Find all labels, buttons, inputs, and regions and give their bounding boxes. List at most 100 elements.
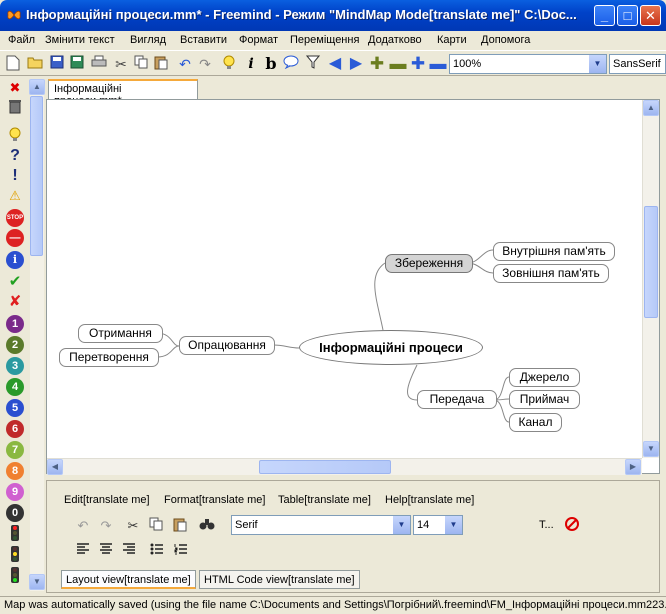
- priority-3-icon[interactable]: 3: [6, 357, 24, 375]
- numbered-list-icon[interactable]: [172, 542, 190, 560]
- exclamation-icon[interactable]: !: [6, 167, 24, 185]
- mindmap-root-node[interactable]: Інформаційні процеси: [299, 330, 483, 365]
- priority-6-icon[interactable]: 6: [6, 420, 24, 438]
- node-external-memory[interactable]: Зовнішня пам'ять: [493, 264, 609, 283]
- priority-2-icon[interactable]: 2: [6, 336, 24, 354]
- copy-icon[interactable]: [147, 517, 165, 535]
- scroll-left-icon[interactable]: ◀: [47, 459, 63, 475]
- checkmark-icon[interactable]: ✔: [6, 273, 24, 291]
- paste-icon[interactable]: [152, 55, 170, 73]
- align-right-icon[interactable]: [120, 542, 138, 560]
- scroll-up-icon[interactable]: ▲: [29, 79, 45, 95]
- warning-icon[interactable]: ⚠: [6, 187, 24, 205]
- redo-icon[interactable]: ↷: [97, 517, 115, 535]
- chevron-down-icon[interactable]: ▼: [589, 55, 606, 73]
- new-icon[interactable]: [4, 55, 22, 73]
- editor-menu-format[interactable]: Format[translate me]: [164, 494, 265, 506]
- node-storage[interactable]: Збереження: [385, 254, 473, 273]
- clear-format-icon[interactable]: [563, 517, 581, 535]
- no-entry-icon[interactable]: —: [6, 229, 24, 247]
- remove-all-icons-icon[interactable]: [6, 99, 24, 117]
- scrollbar-thumb[interactable]: [30, 96, 43, 256]
- document-tab[interactable]: Інформаційні процеси.mm*: [48, 79, 198, 107]
- print-icon[interactable]: [90, 55, 108, 73]
- remove-last-icon-icon[interactable]: ✖: [6, 79, 24, 97]
- traffic-light-red-icon[interactable]: [6, 525, 24, 543]
- copy-icon[interactable]: [132, 55, 150, 73]
- menu-edit-text[interactable]: Змінити текст: [45, 34, 115, 46]
- find-icon[interactable]: [198, 517, 216, 535]
- editor-menu-edit[interactable]: Edit[translate me]: [64, 494, 150, 506]
- save-as-icon[interactable]: [68, 55, 86, 73]
- icon-sidebar-scrollbar[interactable]: ▲ ▼: [29, 79, 45, 591]
- horizontal-scrollbar-thumb[interactable]: [259, 460, 391, 474]
- expand-icon[interactable]: ✚: [409, 55, 427, 73]
- zoom-in-icon[interactable]: ✚: [368, 55, 386, 73]
- idea-icon[interactable]: [220, 55, 238, 73]
- mindmap-canvas[interactable]: Інформаційні процеси Збереження Внутрішн…: [46, 99, 660, 475]
- open-icon[interactable]: [26, 55, 44, 73]
- maximize-button[interactable]: □: [617, 5, 638, 26]
- priority-7-icon[interactable]: 7: [6, 441, 24, 459]
- priority-0-icon[interactable]: 0: [6, 504, 24, 522]
- text-color-button[interactable]: T...: [539, 519, 554, 531]
- idea-icon[interactable]: [6, 127, 24, 145]
- info-icon[interactable]: i: [6, 251, 24, 269]
- node-internal-memory[interactable]: Внутрішня пам'ять: [493, 242, 615, 261]
- forward-icon[interactable]: ▶: [347, 55, 365, 73]
- align-center-icon[interactable]: [97, 542, 115, 560]
- filter-icon[interactable]: [304, 55, 322, 73]
- priority-5-icon[interactable]: 5: [6, 399, 24, 417]
- node-source[interactable]: Джерело: [509, 368, 580, 387]
- undo-icon[interactable]: ↶: [74, 517, 92, 535]
- question-icon[interactable]: ?: [6, 147, 24, 165]
- collapse-icon[interactable]: ▬: [429, 55, 447, 73]
- editor-size-select[interactable]: 14 ▼: [413, 515, 463, 535]
- font-select[interactable]: SansSerif: [609, 54, 666, 74]
- menu-maps[interactable]: Карти: [437, 34, 467, 46]
- priority-9-icon[interactable]: 9: [6, 483, 24, 501]
- menu-help[interactable]: Допомога: [481, 34, 530, 46]
- menu-view[interactable]: Вигляд: [130, 34, 166, 46]
- editor-menu-table[interactable]: Table[translate me]: [278, 494, 371, 506]
- scroll-up-icon[interactable]: ▲: [643, 100, 659, 116]
- node-receiving[interactable]: Отримання: [78, 324, 163, 343]
- vertical-scrollbar-thumb[interactable]: [644, 206, 658, 318]
- traffic-light-green-icon[interactable]: [6, 567, 24, 585]
- close-button[interactable]: ✕: [640, 5, 661, 26]
- node-transformation[interactable]: Перетворення: [59, 348, 159, 367]
- redo-icon[interactable]: ↷: [196, 55, 214, 73]
- minimize-button[interactable]: _: [594, 5, 615, 26]
- undo-icon[interactable]: ↶: [176, 55, 194, 73]
- menu-navigate[interactable]: Переміщення: [290, 34, 359, 46]
- cross-icon[interactable]: ✘: [6, 293, 24, 311]
- bullet-list-icon[interactable]: [148, 542, 166, 560]
- menu-format[interactable]: Формат: [239, 34, 278, 46]
- priority-1-icon[interactable]: 1: [6, 315, 24, 333]
- tab-layout-view[interactable]: Layout view[translate me]: [61, 570, 196, 589]
- back-icon[interactable]: ◀: [326, 55, 344, 73]
- bold-icon[interactable]: b: [262, 55, 280, 73]
- menu-insert[interactable]: Вставити: [180, 34, 227, 46]
- save-icon[interactable]: [48, 55, 66, 73]
- zoom-select[interactable]: 100% ▼: [449, 54, 607, 74]
- scroll-right-icon[interactable]: ▶: [625, 459, 641, 475]
- node-receiver[interactable]: Приймач: [509, 390, 580, 409]
- cut-icon[interactable]: ✂: [124, 517, 142, 535]
- menu-tools[interactable]: Додатково: [368, 34, 422, 46]
- traffic-light-yellow-icon[interactable]: [6, 546, 24, 564]
- node-processing[interactable]: Опрацювання: [179, 336, 275, 355]
- cloud-icon[interactable]: [282, 55, 300, 73]
- chevron-down-icon[interactable]: ▼: [393, 516, 410, 534]
- canvas-vertical-scrollbar[interactable]: ▲ ▼: [642, 100, 659, 458]
- paste-icon[interactable]: [171, 517, 189, 535]
- stop-icon[interactable]: STOP: [6, 209, 24, 227]
- priority-4-icon[interactable]: 4: [6, 378, 24, 396]
- cut-icon[interactable]: ✂: [112, 55, 130, 73]
- editor-font-select[interactable]: Serif ▼: [231, 515, 411, 535]
- node-transmission[interactable]: Передача: [417, 390, 497, 409]
- scroll-down-icon[interactable]: ▼: [29, 574, 45, 590]
- scroll-down-icon[interactable]: ▼: [643, 441, 659, 457]
- align-left-icon[interactable]: [74, 542, 92, 560]
- zoom-out-icon[interactable]: ▬: [389, 55, 407, 73]
